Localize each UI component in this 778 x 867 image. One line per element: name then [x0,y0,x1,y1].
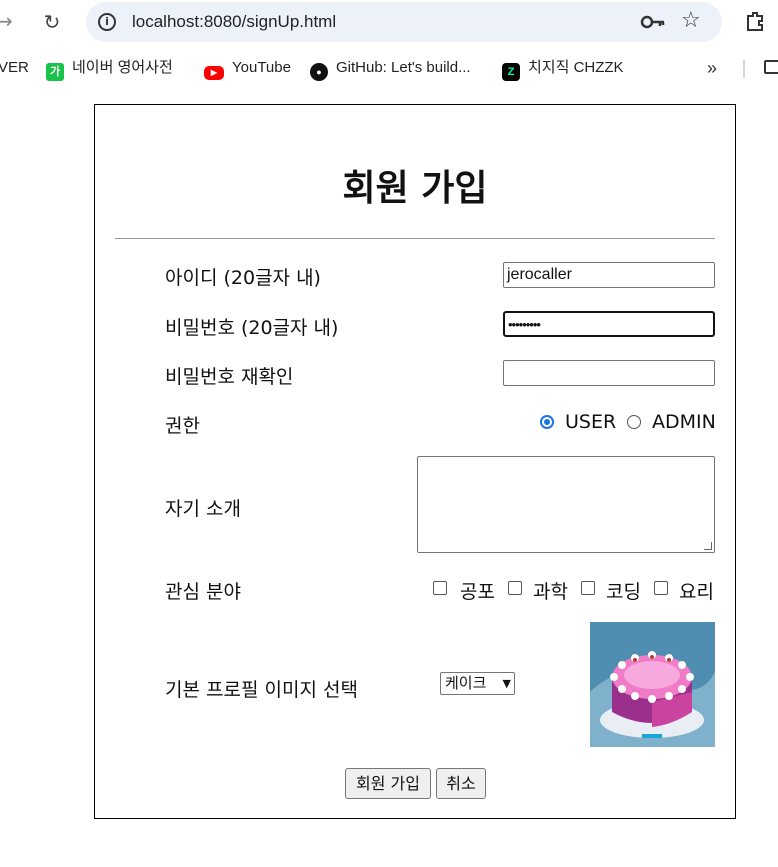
bookmark-label: 네이버 영어사전 [72,59,173,76]
back-arrow-icon[interactable]: → [0,10,18,32]
bookmark-naver-dict[interactable]: 가 네이버 영어사전 [46,58,173,81]
interest-horror-label: 공포 [460,581,495,603]
interest-label: 관심 분야 [165,581,241,603]
password-input[interactable]: ••••••••• [503,311,715,337]
page-title: 회원 가입 [342,168,488,209]
folder-icon[interactable] [764,60,778,74]
interest-science-label: 과학 [533,581,568,603]
interest-horror-checkbox[interactable] [433,581,447,595]
signup-form: 회원 가입 아이디 (20글자 내) jerocaller 비밀번호 (20글자… [94,104,736,819]
bookmark-star-icon[interactable]: ☆ [681,8,705,34]
extensions-icon[interactable] [744,10,766,32]
id-input[interactable]: jerocaller [503,262,715,288]
info-icon[interactable]: i [98,13,116,31]
interest-science-checkbox[interactable] [508,581,522,595]
role-user-label: USER [565,411,617,433]
bookmark-label: VER [0,59,29,76]
divider [115,238,715,239]
bookmark-github[interactable]: ● GitHub: Let's build... [310,58,471,81]
password-confirm-input[interactable] [503,360,715,386]
bookmark-label: 치지직 CHZZK [528,59,624,76]
interest-coding-label: 코딩 [606,581,641,603]
bookmark-label: GitHub: Let's build... [336,59,471,76]
github-icon: ● [310,63,328,81]
id-label: 아이디 (20글자 내) [165,267,321,289]
key-icon[interactable] [640,12,666,32]
interest-coding-checkbox[interactable] [581,581,595,595]
browser-toolbar: → ↻ i localhost:8080/signUp.html ☆ [0,0,778,46]
bookmarks-separator [743,60,745,78]
interest-cooking-label: 요리 [679,581,714,603]
bookmark-label: YouTube [232,59,291,76]
interest-cooking-checkbox[interactable] [654,581,668,595]
role-user-radio[interactable] [540,415,554,429]
bookmark-naver[interactable]: VER [0,58,29,80]
intro-label: 자기 소개 [165,498,241,520]
cancel-button[interactable]: 취소 [436,768,486,799]
address-bar[interactable]: i localhost:8080/signUp.html ☆ [86,2,722,42]
chzzk-icon: Z [502,63,520,81]
naver-dict-icon: 가 [46,63,64,81]
bookmarks-bar: VER 가 네이버 영어사전 ▶ YouTube ● GitHub: Let's bu… [0,52,778,84]
bookmark-youtube[interactable]: ▶ YouTube [204,58,291,80]
browser-chrome: → ↻ i localhost:8080/signUp.html ☆ VER 가… [0,0,778,90]
url-text[interactable]: localhost:8080/signUp.html [132,12,336,32]
resize-handle-icon[interactable] [704,542,712,550]
bookmark-chzzk[interactable]: Z 치지직 CHZZK [502,58,624,81]
role-admin-radio[interactable] [627,415,641,429]
submit-button[interactable]: 회원 가입 [345,768,431,799]
more-bookmarks-chevron-icon[interactable]: » [707,58,717,79]
profile-image-select[interactable]: 케이크 ▼ [440,672,515,695]
password-label: 비밀번호 (20글자 내) [165,317,339,339]
role-label: 권한 [165,415,200,437]
profile-preview-image [590,622,715,747]
password-confirm-label: 비밀번호 재확인 [165,366,294,388]
chevron-down-icon: ▼ [502,677,511,690]
select-value: 케이크 [445,674,487,692]
intro-textarea[interactable] [417,456,715,553]
reload-icon[interactable]: ↻ [40,10,64,34]
youtube-icon: ▶ [204,66,224,80]
profile-image-label: 기본 프로필 이미지 선택 [165,679,358,701]
role-admin-label: ADMIN [652,411,716,433]
